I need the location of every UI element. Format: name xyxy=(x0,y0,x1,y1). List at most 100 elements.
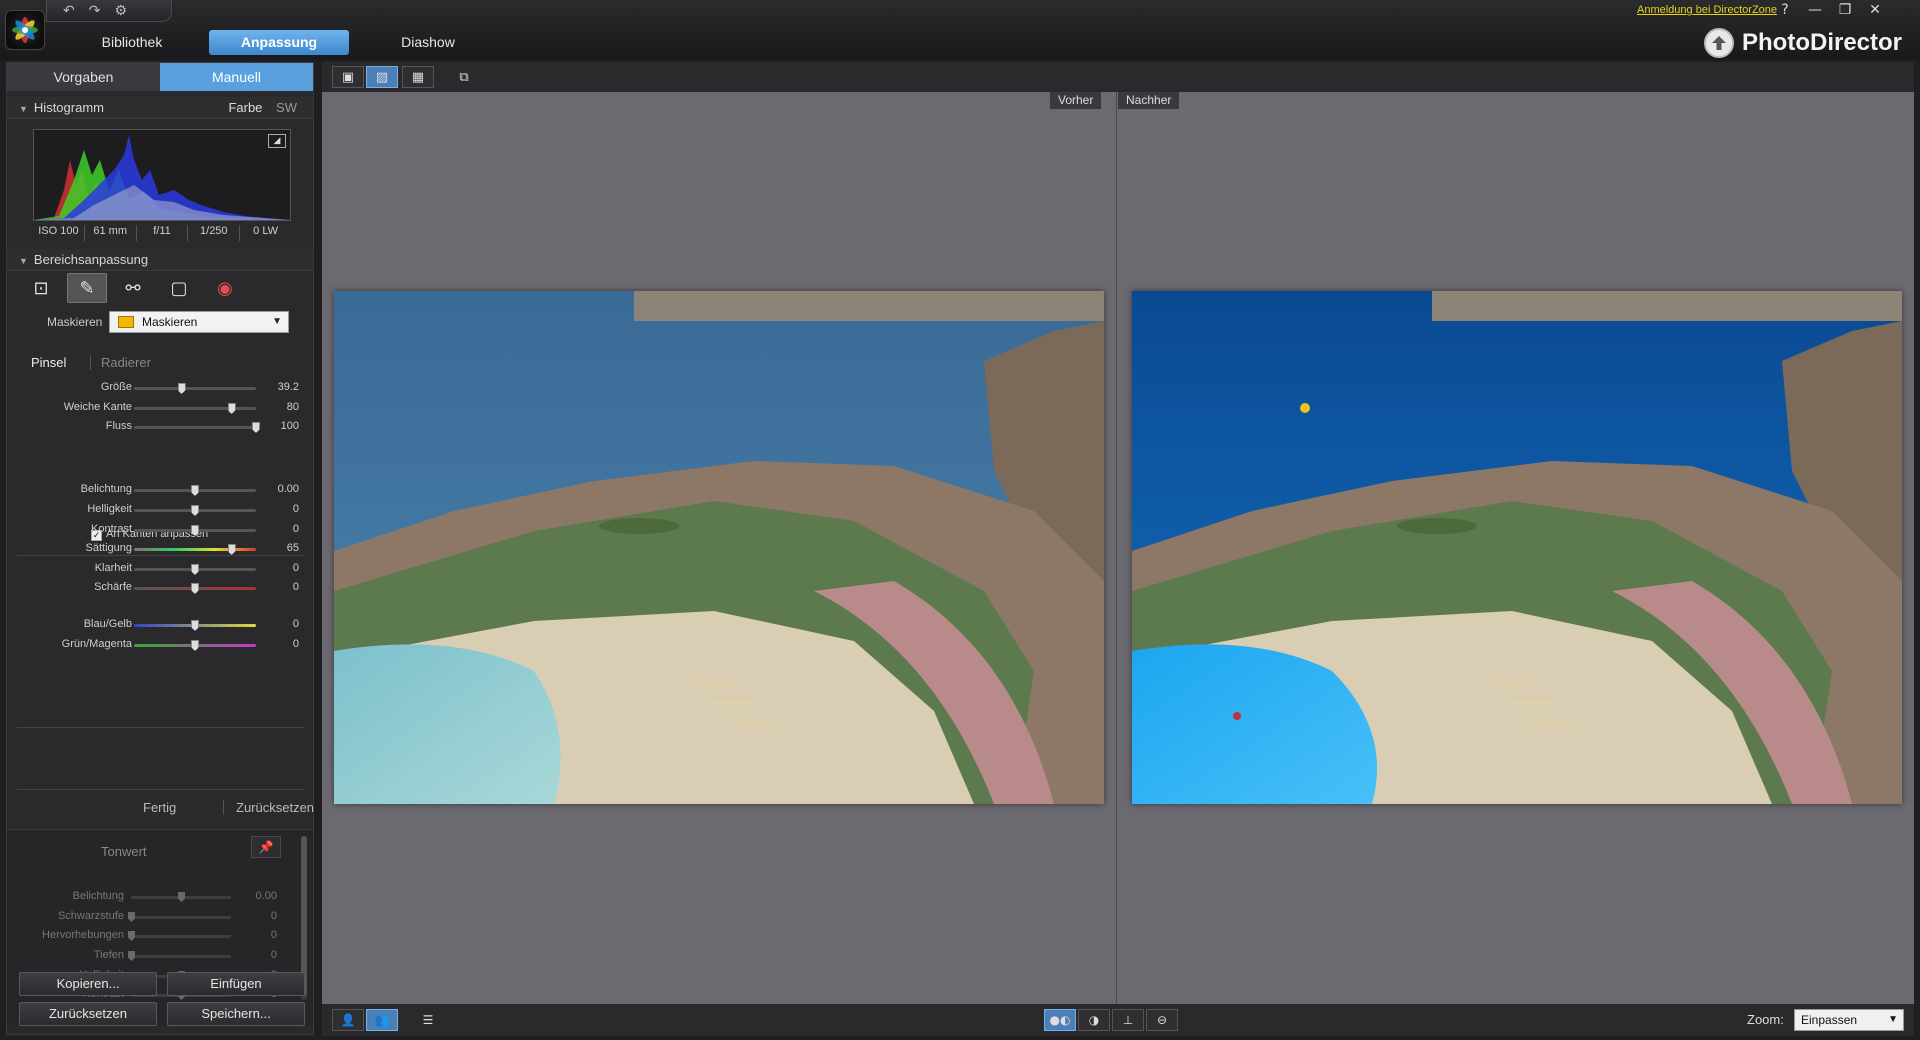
horizontal-split-icon[interactable]: ⊖ xyxy=(1146,1009,1178,1031)
slider-label: Klarheit xyxy=(94,562,132,574)
tab-diashow[interactable]: Diashow xyxy=(378,30,478,55)
slider-thumb[interactable] xyxy=(227,544,236,555)
radial-icon[interactable]: ▢ xyxy=(159,273,199,303)
photo-before[interactable] xyxy=(334,291,1104,804)
histogram-mode-sw[interactable]: SW xyxy=(276,100,297,115)
second-monitor-icon[interactable]: ⧉ xyxy=(448,66,480,88)
upload-arrow-icon[interactable] xyxy=(1704,28,1734,58)
viewer-bottom-bar: 👤 👥 ☰ ●◐ ◑ ⊥ ⊖ Zoom: Einpassen ▼ xyxy=(322,1004,1914,1036)
gradient-icon[interactable]: ⚯ xyxy=(113,273,153,303)
mask-row: Maskieren Maskieren ▼ xyxy=(7,311,313,335)
side-by-side-compare-icon[interactable]: ●◐ xyxy=(1044,1009,1076,1031)
zoom-select[interactable]: Einpassen ▼ xyxy=(1794,1009,1904,1031)
app-logo-icon[interactable] xyxy=(5,10,45,50)
slider-hervorhebungen: Hervorhebungen 0 xyxy=(7,927,297,945)
slider-thumb[interactable] xyxy=(177,383,186,394)
kopieren-button[interactable]: Kopieren... xyxy=(19,972,157,996)
help-icon[interactable]: ? xyxy=(1770,2,1800,18)
tab-manuell[interactable]: Manuell xyxy=(160,63,313,91)
slider-label: Blau/Gelb xyxy=(83,618,132,630)
slider-track[interactable] xyxy=(128,912,231,922)
restore-icon[interactable]: ❐ xyxy=(1830,2,1860,18)
fertig-button[interactable]: Fertig xyxy=(143,800,176,815)
mask-pin[interactable] xyxy=(1233,712,1241,720)
zuruecksetzen-button[interactable]: Zurücksetzen xyxy=(19,1002,157,1026)
split-compare-icon[interactable]: ◑ xyxy=(1078,1009,1110,1031)
slider-thumb[interactable] xyxy=(191,583,199,594)
slider-thumb[interactable] xyxy=(191,564,199,575)
tab-pinsel[interactable]: Pinsel xyxy=(31,355,66,370)
tab-anpassung[interactable]: Anpassung xyxy=(209,30,349,55)
compare-split-line xyxy=(1116,92,1117,1004)
view-toolbar: ▣ ▨ ▦ ⧉ xyxy=(322,62,1914,92)
brush-icon[interactable]: ✎ xyxy=(67,273,107,303)
pin-icon[interactable]: 📌 xyxy=(251,836,281,858)
exif-focal: 61 mm xyxy=(85,225,137,241)
slider-value: 0 xyxy=(292,503,299,515)
region-reset-button[interactable]: Zurücksetzen xyxy=(223,800,314,815)
settings-gear-icon[interactable]: ⚙ xyxy=(114,3,127,19)
compare-people-icon[interactable]: 👥 xyxy=(366,1009,398,1031)
slider-track[interactable] xyxy=(134,620,256,631)
undo-icon[interactable]: ↶ xyxy=(63,3,75,19)
slider-track[interactable] xyxy=(134,485,256,496)
slider-thumb[interactable] xyxy=(128,912,135,922)
redo-icon[interactable]: ↷ xyxy=(89,3,101,19)
rotate-list-icon[interactable]: ☰ xyxy=(412,1009,444,1031)
slider-track[interactable] xyxy=(134,403,256,414)
slider-track[interactable] xyxy=(131,892,231,902)
tab-bibliothek[interactable]: Bibliothek xyxy=(80,30,184,55)
slider-thumb[interactable] xyxy=(227,403,236,414)
crop-icon[interactable]: ⊡ xyxy=(21,273,61,303)
clipping-warning-icon[interactable]: ◢ xyxy=(268,134,286,148)
einfuegen-button[interactable]: Einfügen xyxy=(167,972,305,996)
directorzone-login-link[interactable]: Anmeldung bei DirectorZone xyxy=(1637,4,1777,16)
histogram-header[interactable]: ▼ Histogramm Farbe SW xyxy=(7,97,313,119)
slider-track[interactable] xyxy=(134,583,256,594)
slider-track[interactable] xyxy=(134,544,256,555)
slider-thumb[interactable] xyxy=(178,892,185,902)
slider-value: 80 xyxy=(286,401,299,413)
mask-select[interactable]: Maskieren ▼ xyxy=(109,311,289,333)
minimize-icon[interactable]: — xyxy=(1800,2,1830,18)
slider-fluss: Fluss 100 xyxy=(7,418,313,436)
slider-thumb[interactable] xyxy=(191,505,199,516)
red-eye-icon[interactable]: ◉ xyxy=(205,273,245,303)
slider-track[interactable] xyxy=(134,564,256,575)
grid-view-icon[interactable]: ▦ xyxy=(402,66,434,88)
slider-thumb[interactable] xyxy=(191,620,199,631)
slider-track[interactable] xyxy=(128,931,231,941)
exif-info: ISO 100 61 mm f/11 1/250 0 LW xyxy=(33,225,291,241)
slider-thumb[interactable] xyxy=(128,951,135,961)
single-view-icon[interactable]: ▣ xyxy=(332,66,364,88)
bereich-header[interactable]: ▼ Bereichsanpassung xyxy=(7,249,313,271)
slider-thumb[interactable] xyxy=(191,485,199,496)
slider-schärfe: Schärfe 0 xyxy=(7,579,313,597)
photo-after[interactable] xyxy=(1132,291,1902,804)
slider-track[interactable] xyxy=(134,422,260,433)
slider-track[interactable] xyxy=(128,951,231,961)
slider-track[interactable] xyxy=(134,505,256,516)
compare-canvas: Vorher Nachher xyxy=(322,92,1914,1004)
single-person-icon[interactable]: 👤 xyxy=(332,1009,364,1031)
speichern-button[interactable]: Speichern... xyxy=(167,1002,305,1026)
window-controls: ? — ❐ ✕ xyxy=(1770,2,1890,18)
mask-pin-active[interactable] xyxy=(1300,403,1310,413)
slider-thumb[interactable] xyxy=(128,931,135,941)
slider-track[interactable] xyxy=(134,383,256,394)
slider-thumb[interactable] xyxy=(191,525,199,536)
histogram-mode-farbe[interactable]: Farbe xyxy=(228,100,262,115)
tab-vorgaben[interactable]: Vorgaben xyxy=(7,63,160,91)
slider-label: Weiche Kante xyxy=(63,401,132,413)
slider-thumb[interactable] xyxy=(252,422,260,433)
mask-color-swatch xyxy=(118,316,134,328)
photo-view-icon[interactable]: ▨ xyxy=(366,66,398,88)
slider-thumb[interactable] xyxy=(191,640,199,651)
slider-value: 0.00 xyxy=(277,483,299,495)
tab-radierer[interactable]: Radierer xyxy=(90,355,151,370)
vertical-split-icon[interactable]: ⊥ xyxy=(1112,1009,1144,1031)
histogram-chart: ◢ xyxy=(33,129,291,221)
slider-track[interactable] xyxy=(134,640,256,651)
close-icon[interactable]: ✕ xyxy=(1860,2,1890,18)
slider-track[interactable] xyxy=(134,525,256,536)
